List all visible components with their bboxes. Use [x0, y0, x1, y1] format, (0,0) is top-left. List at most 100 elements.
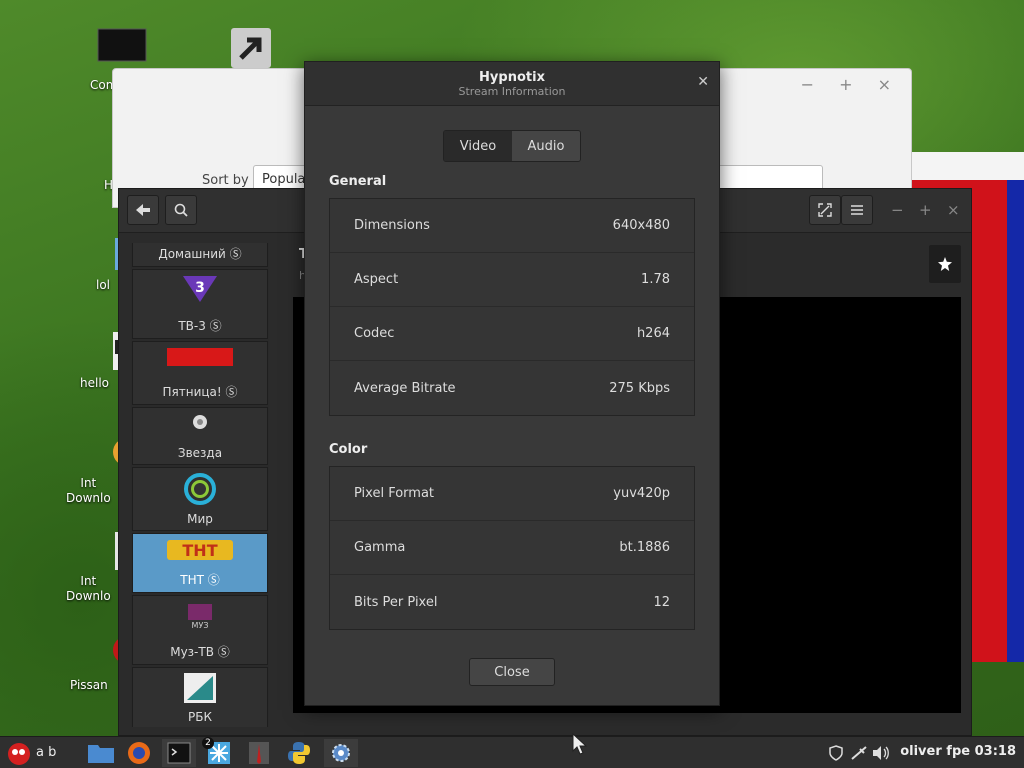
zvezda-logo-icon [193, 415, 207, 429]
maximize-icon[interactable]: + [919, 201, 932, 219]
tab-video[interactable]: Video [444, 131, 512, 161]
fullscreen-icon [818, 203, 832, 217]
channel-name: Домашний Ⓢ [158, 247, 242, 261]
keyboard-layout[interactable]: a b [36, 745, 56, 760]
tv3-logo-icon: 3 [183, 276, 217, 302]
channel-item[interactable]: Пятница! Ⓢ [132, 341, 268, 405]
row-value: h264 [636, 326, 670, 341]
flag-image-top [912, 152, 1024, 182]
notification-badge: 2 [202, 737, 214, 749]
channel-list[interactable]: Домашний Ⓢ 3 ТВ-3 Ⓢ Пятница! Ⓢ Звезда Ми… [131, 243, 269, 727]
row-value: yuv420p [613, 486, 670, 501]
hamburger-icon [851, 205, 863, 215]
taskbar-snowflake-app[interactable]: 2 [202, 737, 236, 767]
row-label: Codec [354, 326, 395, 341]
row-value: 640x480 [612, 218, 670, 233]
channel-item[interactable]: Звезда [132, 407, 268, 465]
desktop-icon-computer[interactable]: Com [72, 28, 172, 92]
row-value: 275 Kbps [609, 380, 670, 396]
channel-item[interactable]: Домашний Ⓢ [132, 243, 268, 267]
desktop-icon-label: lol [96, 278, 111, 292]
row-label: Gamma [354, 540, 406, 555]
desktop-icon-label: Int Downlo [66, 476, 111, 505]
channel-item[interactable]: Мир [132, 467, 268, 531]
info-row-bits-per-pixel: Bits Per Pixel 12 [330, 575, 694, 629]
close-icon[interactable]: × [947, 201, 960, 219]
taskbar-python[interactable] [282, 739, 316, 767]
row-label: Bits Per Pixel [354, 594, 438, 610]
mir-logo-icon [184, 473, 216, 505]
back-button[interactable] [127, 195, 159, 225]
svg-text:THT: THT [182, 541, 217, 560]
row-label: Average Bitrate [354, 380, 456, 396]
desktop-icon-shortcut[interactable] [226, 28, 276, 71]
info-row-bitrate: Average Bitrate 275 Kbps [330, 361, 694, 415]
arrow-left-icon [136, 204, 150, 216]
general-section-title: General [329, 174, 387, 189]
user-label: oliver fpe [900, 744, 971, 759]
mouse-cursor-icon [572, 733, 588, 755]
volume-icon[interactable] [872, 745, 890, 765]
taskbar-firefox[interactable] [122, 739, 156, 767]
channel-name: ТВ-3 Ⓢ [178, 319, 222, 333]
rbc-logo-icon [184, 673, 216, 703]
dialog-title: Hypnotix [479, 70, 545, 85]
search-icon [174, 203, 188, 217]
firefox-icon [128, 742, 150, 764]
minimize-icon[interactable]: − [891, 201, 904, 219]
suit-icon [249, 742, 269, 764]
sort-by-label: Sort by [202, 173, 249, 188]
svg-text:3: 3 [195, 280, 205, 296]
search-button[interactable] [165, 195, 197, 225]
info-row-aspect: Aspect 1.78 [330, 253, 694, 307]
channel-item[interactable]: РБК [132, 667, 268, 727]
taskbar-suit-app[interactable] [242, 739, 276, 767]
menu-button[interactable] [841, 195, 873, 225]
channel-name: Мир [187, 512, 213, 526]
fullscreen-button[interactable] [809, 195, 841, 225]
network-icon[interactable] [850, 745, 868, 765]
tab-audio[interactable]: Audio [512, 131, 580, 161]
channel-name: Пятница! Ⓢ [162, 385, 238, 399]
stream-tabs: Video Audio [443, 130, 581, 162]
user-and-clock[interactable]: oliver fpe 03:18 [900, 744, 1016, 759]
desktop-icon-label: Pissan [70, 678, 108, 692]
info-row-dimensions: Dimensions 640x480 [330, 199, 694, 253]
taskbar-terminal[interactable] [162, 739, 196, 767]
close-icon[interactable]: ✕ [697, 74, 709, 90]
color-group: Pixel Format yuv420p Gamma bt.1886 Bits Pe… [329, 466, 695, 630]
info-row-pixel-format: Pixel Format yuv420p [330, 467, 694, 521]
shield-icon[interactable] [828, 745, 844, 765]
channel-name: Звезда [177, 446, 223, 460]
row-value: bt.1886 [619, 540, 670, 555]
dialog-header: Hypnotix Stream Information ✕ [305, 62, 719, 106]
menu-launcher[interactable] [2, 739, 36, 767]
clock-time: 03:18 [974, 744, 1016, 759]
monitor-icon [97, 28, 147, 62]
general-group: Dimensions 640x480 Aspect 1.78 Codec h264 A… [329, 198, 695, 416]
muz-tv-logo-icon: МУЗ [188, 604, 212, 630]
channel-item[interactable]: МУЗ Муз-ТВ Ⓢ [132, 595, 268, 665]
python-icon [288, 742, 310, 764]
svg-text:МУЗ: МУЗ [192, 621, 209, 630]
info-row-gamma: Gamma bt.1886 [330, 521, 694, 575]
tnt-logo-icon: THT [167, 540, 233, 560]
desktop-icon-label: Int Downlo [66, 574, 111, 603]
folder-icon [88, 745, 114, 763]
row-value: 1.78 [641, 272, 670, 287]
close-button[interactable]: Close [469, 658, 555, 686]
window-controls[interactable]: − + × [801, 75, 901, 94]
channel-name: ТНТ Ⓢ [180, 573, 220, 587]
desktop-icon-label: hello [80, 376, 109, 390]
color-section-title: Color [329, 442, 368, 457]
star-icon [938, 257, 952, 271]
gear-icon [332, 744, 350, 762]
row-value: 12 [653, 594, 670, 610]
taskbar-settings[interactable] [324, 739, 358, 767]
row-label: Aspect [354, 272, 399, 287]
channel-item[interactable]: 3 ТВ-3 Ⓢ [132, 269, 268, 339]
pyatnitsa-logo-icon [167, 348, 233, 366]
taskbar-files[interactable] [84, 739, 118, 767]
favorite-button[interactable] [929, 245, 961, 283]
channel-item-selected[interactable]: THT ТНТ Ⓢ [132, 533, 268, 593]
